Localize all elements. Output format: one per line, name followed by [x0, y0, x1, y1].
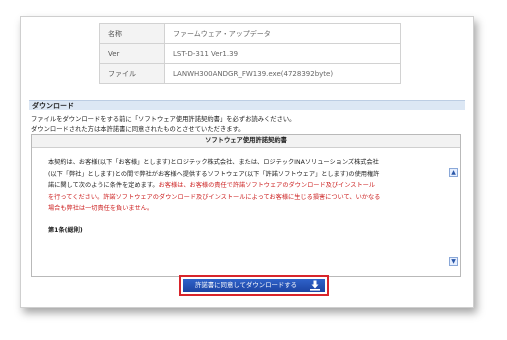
scroll-down-icon[interactable]: ▼ — [449, 257, 458, 266]
download-icon — [310, 280, 320, 291]
license-text-normal: 諾に関して次のように条件を定めます。 — [48, 182, 159, 189]
info-value-file: LANWH300ANDGR_FW139.exe(4728392byte) — [164, 63, 401, 84]
license-section-title: 第1条(総則) — [48, 226, 83, 234]
file-info-table: 名称 ファームウェア・アップデータ Ver LST-D-311 Ver1.39 … — [99, 23, 401, 84]
license-line: 諾に関して次のように条件を定めます。お客様は、お客様の責任で許諾ソフトウェアのダ… — [48, 180, 446, 192]
table-row: 名称 ファームウェア・アップデータ — [99, 23, 401, 44]
table-row: ファイル LANWH300ANDGR_FW139.exe(4728392byte… — [99, 63, 401, 84]
firmware-download-panel: 名称 ファームウェア・アップデータ Ver LST-D-311 Ver1.39 … — [20, 16, 474, 308]
info-key-file: ファイル — [99, 63, 165, 84]
info-value-ver: LST-D-311 Ver1.39 — [164, 43, 401, 64]
download-note-read-license: ファイルをダウンロードをする前に「ソフトウェア使用許諾契約書」を必ずお読みくださ… — [31, 116, 296, 123]
license-agreement-box[interactable]: ソフトウェア使用許諾契約書 本契約は、お客様(以下「お客様」とします)とロジテッ… — [31, 134, 461, 277]
license-line: (以下「弊社」とします)との間で弊社がお客様へ提供するソフトウェア(以下「許諾ソ… — [48, 170, 380, 178]
license-scrollbar[interactable]: ▲ ▼ — [449, 148, 458, 274]
table-row: Ver LST-D-311 Ver1.39 — [99, 43, 401, 64]
license-warning-line: を行ってください。許諾ソフトウェアのダウンロード及びインストールによってお客様に… — [48, 193, 381, 201]
license-line: 本契約は、お客様(以下「お客様」とします)とロジテック株式会社、または、ロジテッ… — [48, 159, 379, 166]
scroll-up-icon[interactable]: ▲ — [449, 168, 458, 177]
license-title: ソフトウェア使用許諾契約書 — [32, 135, 460, 148]
download-section-header: ダウンロード — [29, 100, 465, 110]
agree-and-download-inner[interactable]: 許諾書に同意してダウンロードする — [183, 279, 325, 292]
download-button-label: 許諾書に同意してダウンロードする — [195, 281, 298, 289]
download-note-consent: ダウンロードされた方は本許諾書に同意されたものとさせていただきます。 — [31, 126, 245, 133]
info-value-name: ファームウェア・アップデータ — [164, 23, 401, 44]
license-warning-text: お客様は、お客様の責任で許諾ソフトウェアのダウンロード及びインストール — [158, 182, 376, 189]
license-text: 本契約は、お客様(以下「お客様」とします)とロジテック株式会社、または、ロジテッ… — [48, 157, 446, 236]
agree-and-download-button[interactable]: 許諾書に同意してダウンロードする — [179, 275, 329, 296]
info-key-ver: Ver — [99, 43, 165, 64]
license-warning-line: 場合も弊社は一切責任を負いません。 — [48, 205, 154, 212]
info-key-name: 名称 — [99, 23, 165, 44]
